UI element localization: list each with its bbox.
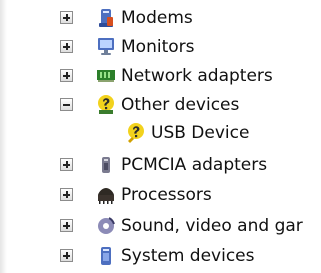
expand-button-modems[interactable]: [60, 11, 73, 24]
tree-item-label: Modems: [121, 8, 193, 28]
tree-item-sound-video[interactable]: Sound, video and gar: [0, 211, 321, 241]
sound-video-icon: [98, 217, 115, 234]
device-manager-window: Modems Monitors Network adapters Other d…: [0, 0, 321, 273]
tree-item-pcmcia-adapters[interactable]: PCMCIA adapters: [0, 150, 321, 180]
usb-device-warning-icon: [128, 123, 144, 143]
tree-item-monitors[interactable]: Monitors: [0, 32, 321, 62]
tree-item-modems[interactable]: Modems: [0, 3, 321, 33]
expand-button-network-adapters[interactable]: [60, 69, 73, 82]
network-adapter-icon: [97, 70, 115, 82]
tree-item-label: Other devices: [121, 95, 240, 115]
monitor-icon: [98, 38, 114, 55]
tree-item-label: System devices: [121, 246, 255, 266]
expand-button-pcmcia-adapters[interactable]: [60, 158, 73, 171]
pcmcia-icon: [102, 157, 110, 173]
tree-item-system-devices[interactable]: System devices: [0, 241, 321, 271]
processor-icon: [98, 188, 114, 204]
expand-button-system-devices[interactable]: [60, 249, 73, 262]
tree-item-network-adapters[interactable]: Network adapters: [0, 61, 321, 91]
tree-item-label: Monitors: [121, 37, 195, 57]
collapse-button-other-devices[interactable]: [60, 98, 73, 111]
tree-item-label: USB Device: [151, 123, 250, 143]
tree-item-label: Network adapters: [121, 66, 273, 86]
tree-item-label: Sound, video and gar: [121, 216, 303, 236]
modem-icon: [99, 9, 113, 27]
unknown-device-icon: [98, 95, 114, 114]
tree-item-label: Processors: [121, 185, 212, 205]
device-tree: Modems Monitors Network adapters Other d…: [0, 0, 321, 273]
tree-item-processors[interactable]: Processors: [0, 180, 321, 210]
tree-item-other-devices[interactable]: Other devices: [0, 90, 321, 120]
tree-item-usb-device[interactable]: USB Device: [0, 118, 321, 148]
expand-button-sound-video[interactable]: [60, 219, 73, 232]
tree-item-label: PCMCIA adapters: [121, 155, 268, 175]
expand-button-processors[interactable]: [60, 188, 73, 201]
expand-button-monitors[interactable]: [60, 40, 73, 53]
system-devices-icon: [101, 247, 111, 265]
